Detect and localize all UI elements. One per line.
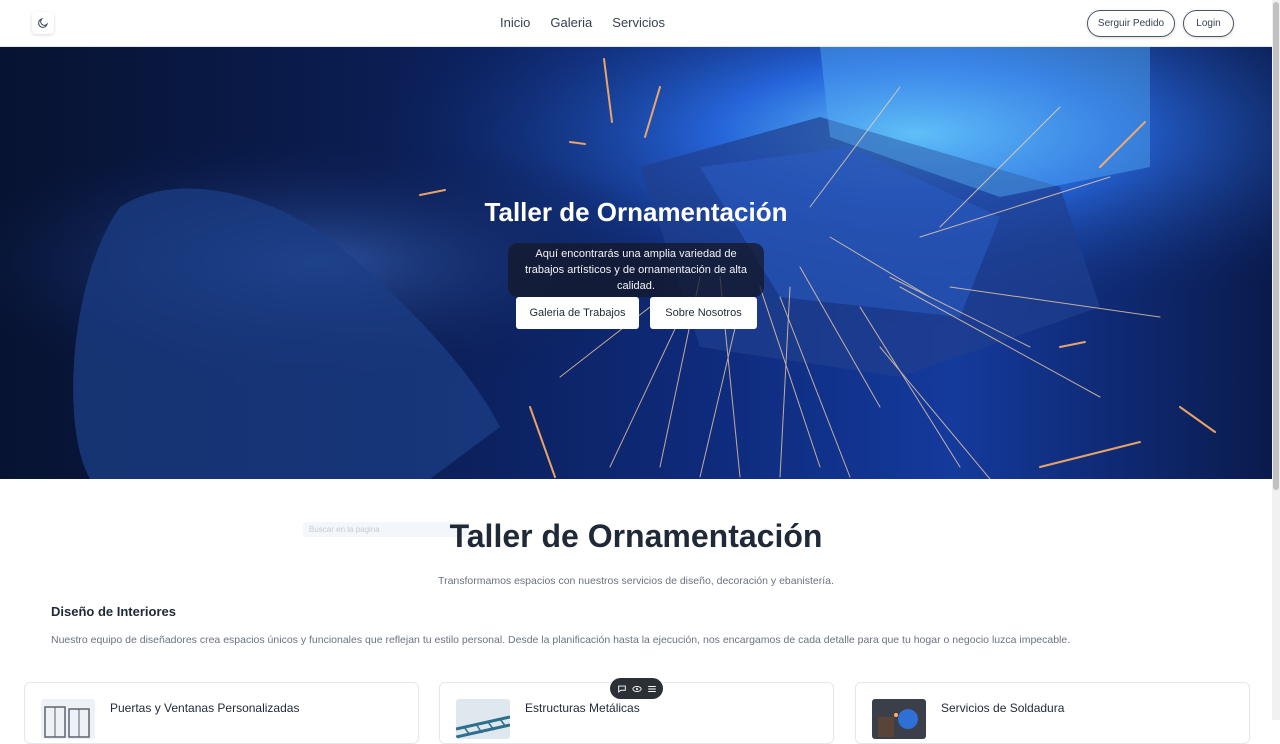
service-card-doors-windows[interactable]: Puertas y Ventanas Personalizadas [24,682,419,744]
interior-design-text: Nuestro equipo de diseñadores crea espac… [51,634,1071,646]
welding-thumbnail [872,699,926,739]
menu-icon[interactable] [647,684,657,694]
login-button[interactable]: Login [1183,10,1234,37]
theme-toggle-button[interactable] [32,12,54,34]
section-subtitle: Transformamos espacios con nuestros serv… [438,575,834,587]
page-scrollbar[interactable] [1272,0,1280,720]
nav-link-galeria[interactable]: Galeria [550,15,592,30]
hero-subtitle: Aquí encontrarás una amplia variedad de … [508,243,764,297]
service-card-welding[interactable]: Servicios de Soldadura [855,682,1250,744]
main-nav: Inicio Galeria Servicios [500,15,665,30]
section-title: Taller de Ornamentación [449,518,823,554]
nav-link-servicios[interactable]: Servicios [612,15,665,30]
track-order-button[interactable]: Serguir Pedido [1087,10,1175,37]
service-card-title: Puertas y Ventanas Personalizadas [110,701,300,715]
eye-icon[interactable] [631,684,642,694]
gallery-button[interactable]: Galeria de Trabajos [516,297,639,329]
nav-link-inicio[interactable]: Inicio [500,15,530,30]
floating-toolbar [610,678,663,699]
scrollbar-thumb[interactable] [1273,2,1279,490]
hero-banner: Taller de Ornamentación Aquí encontrarás… [0,47,1272,479]
moon-icon [38,17,49,28]
hero-title: Taller de Ornamentación [484,197,788,227]
metal-structures-thumbnail [456,699,510,739]
interior-design-heading: Diseño de Interiores [51,604,176,619]
chat-icon[interactable] [617,684,627,694]
service-card-title: Estructuras Metálicas [525,701,640,715]
top-navbar: Inicio Galeria Servicios Serguir Pedido … [0,0,1272,47]
about-us-button[interactable]: Sobre Nosotros [650,297,757,329]
service-card-title: Servicios de Soldadura [941,701,1065,715]
doors-windows-thumbnail [41,699,95,739]
